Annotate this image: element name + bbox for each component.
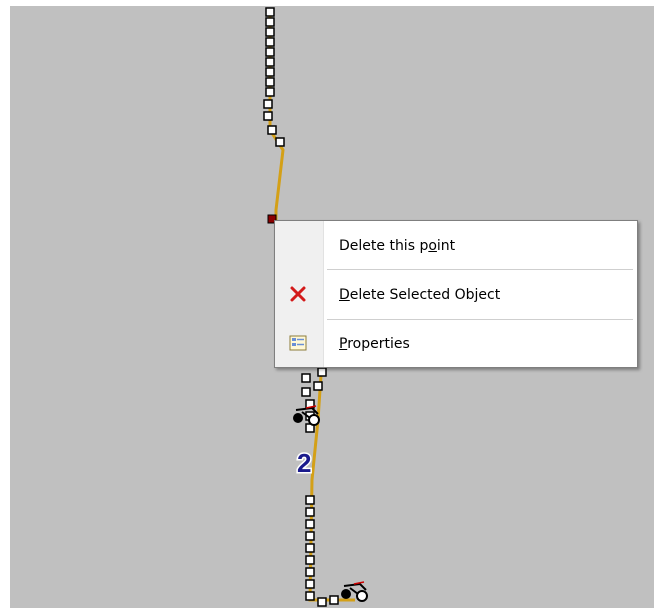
- waypoint-marker-icon[interactable]: [329, 595, 339, 605]
- waypoint-marker-icon[interactable]: [305, 591, 315, 601]
- waypoint-marker-icon[interactable]: [265, 67, 275, 77]
- waypoint-marker-icon[interactable]: [305, 543, 315, 553]
- waypoint-marker-icon[interactable]: [313, 381, 323, 391]
- waypoint-marker-icon[interactable]: [265, 37, 275, 47]
- waypoint-marker-icon[interactable]: [265, 27, 275, 37]
- menu-separator: [327, 319, 633, 320]
- waypoint-marker-icon[interactable]: [317, 367, 327, 377]
- waypoint-marker-icon[interactable]: [265, 87, 275, 97]
- waypoint-marker-icon[interactable]: [317, 597, 327, 607]
- delete-x-icon: [289, 285, 309, 305]
- waypoint-marker-icon[interactable]: [263, 99, 273, 109]
- waypoint-marker-icon[interactable]: [305, 555, 315, 565]
- waypoint-marker-icon[interactable]: [265, 17, 275, 27]
- context-menu: Delete this point Delete Selected Object: [274, 220, 638, 368]
- waypoint-marker-icon[interactable]: [305, 579, 315, 589]
- waypoint-marker-icon[interactable]: [275, 137, 285, 147]
- bicycle-icon[interactable]: [293, 405, 320, 426]
- waypoint-marker-icon[interactable]: [305, 567, 315, 577]
- menu-item-label: Delete this point: [339, 238, 456, 254]
- properties-icon: [289, 334, 309, 354]
- waypoint-marker-icon[interactable]: [265, 57, 275, 67]
- waypoint-marker-icon[interactable]: [301, 373, 311, 383]
- waypoint-marker-icon[interactable]: [263, 111, 273, 121]
- menu-item-delete-selected-object[interactable]: Delete Selected Object: [275, 275, 637, 315]
- waypoint-marker-icon[interactable]: [305, 495, 315, 505]
- map-canvas[interactable]: 2 Delete this point Delete Selected Obje…: [10, 6, 654, 608]
- waypoint-marker-icon[interactable]: [305, 531, 315, 541]
- menu-item-properties[interactable]: Properties: [275, 324, 637, 364]
- waypoint-marker-icon[interactable]: [265, 7, 275, 17]
- waypoint-marker-icon[interactable]: [305, 519, 315, 529]
- menu-item-delete-point[interactable]: Delete this point: [275, 226, 637, 266]
- waypoint-marker-icon[interactable]: [265, 77, 275, 87]
- route-label: 2: [297, 448, 311, 478]
- menu-item-label: Delete Selected Object: [339, 287, 501, 303]
- waypoint-marker-icon[interactable]: [301, 387, 311, 397]
- blank-icon: [289, 236, 309, 256]
- waypoint-marker-icon[interactable]: [305, 507, 315, 517]
- waypoint-marker-icon[interactable]: [267, 125, 277, 135]
- waypoint-marker-icon[interactable]: [265, 47, 275, 57]
- bicycle-icon[interactable]: [341, 581, 368, 602]
- menu-separator: [327, 269, 633, 270]
- menu-item-label: Properties: [339, 336, 410, 352]
